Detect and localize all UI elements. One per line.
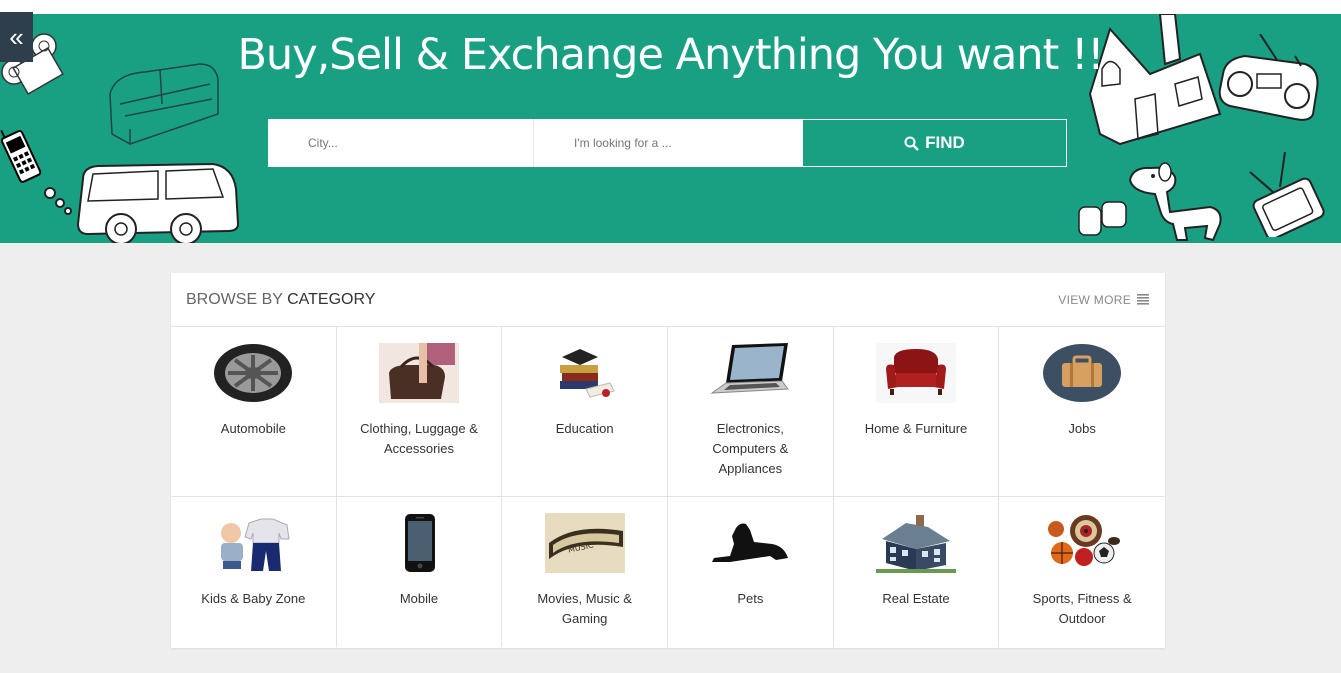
hero-banner: Buy,Sell & Exchange Anything You want !!…	[0, 14, 1341, 243]
category-electronics[interactable]: Electronics, Computers & Appliances	[668, 327, 834, 497]
category-label: Electronics, Computers & Appliances	[712, 421, 789, 476]
search-icon	[904, 136, 920, 151]
panel-title-light: BROWSE BY	[186, 290, 283, 308]
category-label: Clothing, Luggage & Accessories	[360, 421, 478, 456]
panel-title-bold: CATEGORY	[287, 290, 376, 308]
category-label: Automobile	[220, 421, 286, 436]
handbag-icon	[377, 341, 461, 405]
briefcase-icon	[1040, 341, 1124, 405]
dog-doodle-icon	[1128, 162, 1222, 242]
category-label: Kids & Baby Zone	[201, 591, 306, 606]
category-label: Home & Furniture	[864, 421, 968, 436]
hero-title: Buy,Sell & Exchange Anything You want !!	[237, 30, 1104, 80]
category-sports[interactable]: Sports, Fitness & Outdoor	[999, 497, 1165, 647]
film-strip-icon: MUSIC	[543, 511, 627, 575]
baby-clothes-icon	[211, 511, 295, 575]
tire-icon	[211, 341, 295, 405]
armchair-icon	[874, 341, 958, 405]
double-chevron-left-icon: «	[9, 22, 24, 52]
category-label: Education	[555, 421, 614, 436]
category-automobile[interactable]: Automobile	[171, 327, 337, 497]
category-grid: Automobile Clothing, Luggage & Accessori…	[171, 327, 1165, 647]
category-home-furniture[interactable]: Home & Furniture	[833, 327, 1000, 497]
phone-icon	[377, 511, 461, 575]
list-icon	[1137, 294, 1149, 305]
find-button[interactable]: FIND	[802, 119, 1067, 167]
category-pets[interactable]: Pets	[668, 497, 834, 647]
panel-title: BROWSE BY CATEGORY	[186, 291, 375, 309]
city-input[interactable]	[268, 119, 534, 167]
category-mobile[interactable]: Mobile	[337, 497, 503, 647]
category-label: Mobile	[399, 591, 439, 606]
category-label: Movies, Music & Gaming	[537, 591, 632, 626]
category-real-estate[interactable]: Real Estate	[834, 497, 1000, 647]
sports-balls-icon	[1040, 511, 1124, 575]
view-more-label: VIEW MORE	[1058, 292, 1131, 307]
view-more-link[interactable]: VIEW MORE	[1058, 293, 1149, 307]
find-button-label: FIND	[925, 133, 965, 152]
category-label: Sports, Fitness & Outdoor	[1032, 591, 1132, 626]
category-jobs[interactable]: Jobs	[999, 327, 1165, 497]
dog-icon	[708, 511, 792, 575]
sidebar-toggle-button[interactable]: «	[0, 12, 33, 62]
category-label: Jobs	[1068, 421, 1096, 436]
house-icon	[874, 511, 958, 575]
category-kids-baby[interactable]: Kids & Baby Zone	[171, 497, 337, 647]
top-bar	[0, 0, 1341, 14]
category-education[interactable]: Education	[502, 327, 668, 497]
search-input[interactable]	[534, 119, 802, 167]
browse-category-panel: BROWSE BY CATEGORY VIEW MORE Automobile …	[171, 273, 1165, 648]
van-doodle-icon	[44, 162, 240, 243]
tv-doodle-icon	[1249, 152, 1325, 237]
category-label: Real Estate	[882, 591, 950, 606]
category-label: Pets	[737, 591, 764, 606]
category-clothing[interactable]: Clothing, Luggage & Accessories	[336, 327, 503, 497]
search-bar: FIND	[268, 119, 1067, 167]
books-icon	[543, 341, 627, 405]
category-movies-music[interactable]: MUSIC Movies, Music & Gaming	[502, 497, 668, 647]
pet-food-doodle-icon	[1078, 201, 1127, 236]
laptop-icon	[708, 341, 792, 405]
panel-header: BROWSE BY CATEGORY VIEW MORE	[171, 273, 1165, 327]
